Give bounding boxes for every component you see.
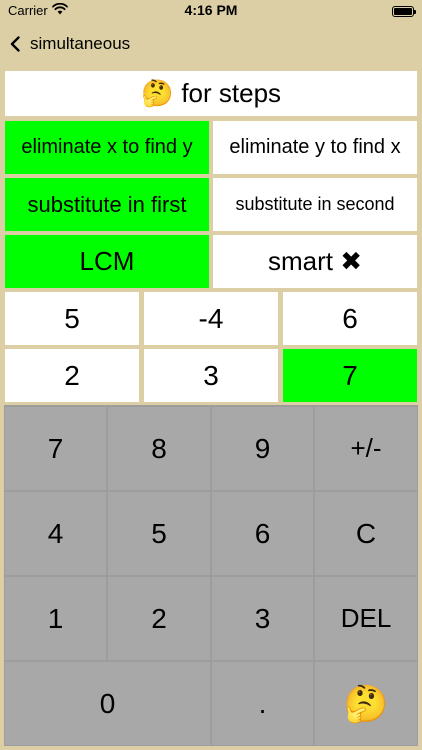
smart-button[interactable]: smart ✖ (213, 235, 417, 288)
battery-icon (392, 6, 416, 17)
key-label: 7 (47, 432, 64, 464)
back-label: simultaneous (30, 34, 131, 53)
steps-button[interactable]: 🤔 for steps (5, 71, 417, 116)
chevron-left-icon (10, 36, 20, 52)
think-key[interactable]: 🤔 (315, 662, 417, 745)
key-label: 8 (151, 432, 167, 464)
clear-key[interactable]: C (315, 492, 417, 575)
key-7[interactable]: 7 (5, 407, 106, 490)
key-label: C (355, 517, 377, 549)
eliminate-x-label: eliminate x to find y (21, 136, 193, 158)
constant-c2[interactable]: 7 (283, 349, 417, 402)
key-label: 9 (254, 432, 271, 464)
key-9[interactable]: 9 (212, 407, 313, 490)
lcm-button[interactable]: LCM (5, 235, 209, 288)
eliminate-y-button[interactable]: eliminate y to find x (213, 121, 417, 174)
lcm-label: LCM (79, 246, 135, 276)
key-label: 5 (151, 517, 167, 549)
thinking-face-icon: 🤔 (343, 682, 389, 724)
key-plus-minus[interactable]: +/- (315, 407, 417, 490)
steps-label: for steps (181, 78, 282, 108)
substitute-first-label: substitute in first (27, 191, 187, 217)
key-label: 6 (254, 517, 271, 549)
coefficient-value: -4 (198, 302, 224, 334)
key-label: 3 (254, 602, 271, 634)
constant-c1[interactable]: 6 (283, 292, 417, 345)
key-0[interactable]: 0 (5, 662, 210, 745)
key-1[interactable]: 1 (5, 577, 106, 660)
coefficient-value: 7 (342, 359, 358, 391)
key-label: 4 (47, 517, 64, 549)
key-label: . (258, 687, 267, 719)
smart-label: smart ✖ (267, 246, 362, 276)
delete-key[interactable]: DEL (315, 577, 417, 660)
key-label: 1 (47, 602, 64, 634)
coefficient-value: 3 (203, 359, 219, 391)
coefficient-value: 5 (64, 302, 80, 334)
decimal-key[interactable]: . (212, 662, 313, 745)
key-3[interactable]: 3 (212, 577, 313, 660)
back-button[interactable]: simultaneous (10, 34, 130, 54)
coefficient-a1[interactable]: 5 (5, 292, 139, 345)
coefficient-value: 2 (64, 359, 80, 391)
key-4[interactable]: 4 (5, 492, 106, 575)
key-label: 2 (151, 602, 167, 634)
key-label: DEL (340, 603, 392, 633)
coefficient-a2[interactable]: 2 (5, 349, 139, 402)
substitute-first-button[interactable]: substitute in first (5, 178, 209, 231)
key-2[interactable]: 2 (108, 577, 210, 660)
key-8[interactable]: 8 (108, 407, 210, 490)
key-label: +/- (350, 433, 382, 463)
eliminate-x-button[interactable]: eliminate x to find y (5, 121, 209, 174)
substitute-second-label: substitute in second (235, 194, 395, 214)
key-label: 0 (99, 687, 116, 719)
navigation-bar: simultaneous (0, 26, 422, 62)
clock: 4:16 PM (184, 2, 238, 18)
thinking-face-icon: 🤔 (140, 78, 174, 108)
eliminate-y-label: eliminate y to find x (229, 136, 401, 158)
key-6[interactable]: 6 (212, 492, 313, 575)
coefficient-b2[interactable]: 3 (144, 349, 278, 402)
coefficient-value: 6 (342, 302, 358, 334)
status-bar: Carrier 4:16 PM (0, 0, 422, 24)
substitute-second-button[interactable]: substitute in second (213, 178, 417, 231)
coefficient-b1[interactable]: -4 (144, 292, 278, 345)
key-5[interactable]: 5 (108, 492, 210, 575)
